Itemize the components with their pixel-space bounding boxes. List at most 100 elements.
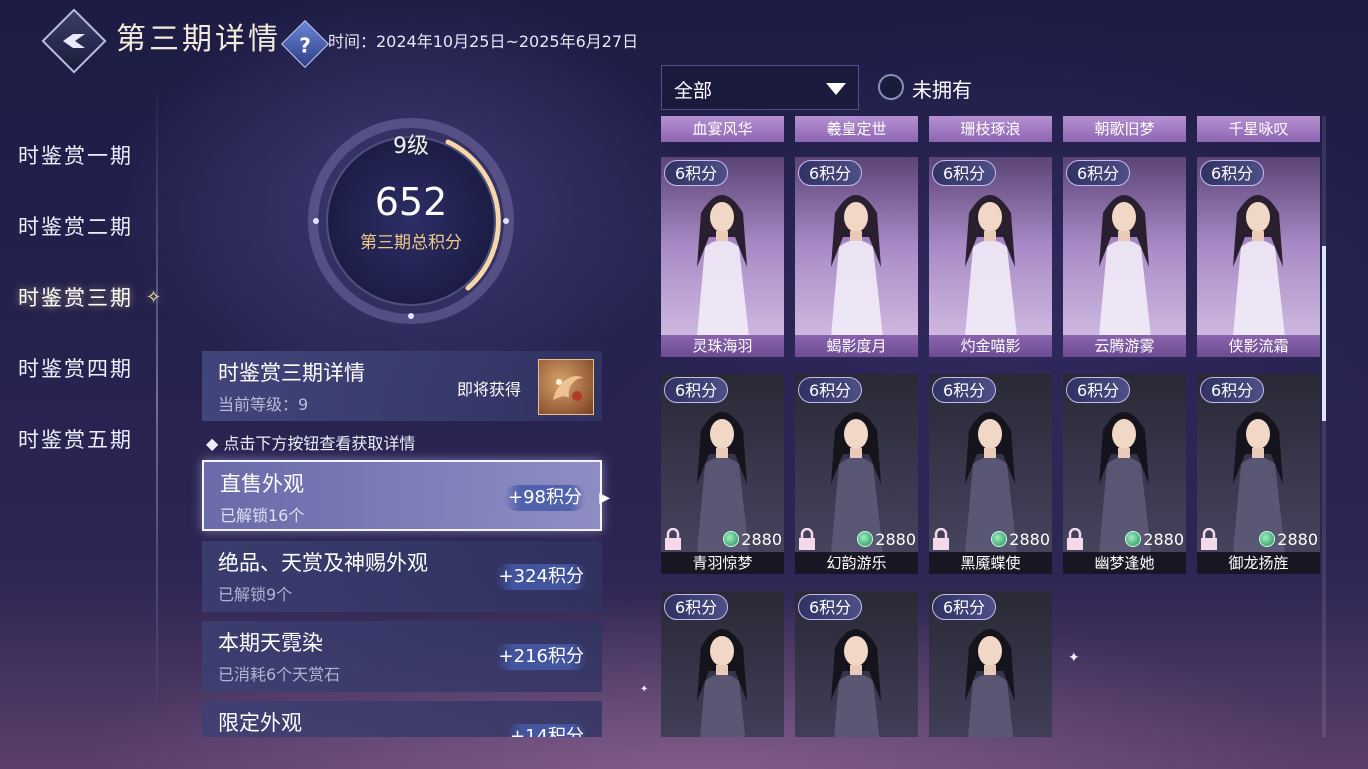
outfit-card[interactable]: 6积分灼金喵影 [929,157,1052,357]
character-figure [697,195,749,337]
unowned-radio[interactable] [878,74,904,100]
character-figure [965,629,1015,737]
outfit-card[interactable]: 6积分蝎影度月 [795,157,918,357]
reward-ornament-icon [553,376,583,401]
category-direct-sale[interactable]: 直售外观 已解锁16个 +98积分 ▶ [202,460,610,531]
help-icon[interactable]: ? [280,19,330,69]
score-label: 第三期总积分 [360,233,462,253]
price-tag: 2880 [1259,530,1318,550]
score-ring: 9级 652 第三期总积分 [308,118,514,324]
outfit-name[interactable]: 羲皇定世 [795,116,918,142]
jade-coin-icon [723,531,740,547]
category-subtitle: 已消耗6个天赏石 [218,665,341,684]
character-figure [831,195,883,337]
points-badge: 6积分 [932,377,997,403]
outfit-name: 灼金喵影 [929,335,1052,357]
category-dye[interactable]: 本期天霓染 已消耗6个天赏石 +216积分 [202,621,602,692]
category-points: +324积分 [494,564,588,590]
category-title: 直售外观 [220,472,304,496]
filter-dropdown[interactable]: 全部 [661,65,859,110]
category-clip: 限定外观 +14积分 [202,701,602,737]
outfit-name[interactable]: 血宴风华 [661,116,784,142]
jade-coin-icon [1125,531,1142,547]
points-badge: 6积分 [1066,377,1131,403]
points-badge: 6积分 [798,594,863,620]
price-tag: 2880 [857,530,916,550]
character-figure [831,629,881,737]
points-badge: 6积分 [1200,377,1265,403]
period-item-1[interactable]: 时鉴赏一期 [18,136,168,176]
outfit-card[interactable]: 6积分 2880 黑魇蝶使 [929,374,1052,574]
price-tag: 2880 [991,530,1050,550]
outfit-name: 蝎影度月 [795,335,918,357]
lock-icon [665,528,681,550]
points-badge: 6积分 [1200,160,1265,186]
period-item-3[interactable]: 时鉴赏三期 ✧ [18,278,168,318]
hint-text: ◆ 点击下方按钮查看获取详情 [206,434,416,453]
category-title: 限定外观 [218,711,302,735]
category-subtitle: 已解锁9个 [218,585,293,604]
sparkle-icon: ✦ [640,684,649,695]
period-details-card[interactable]: 时鉴赏三期详情 当前等级：9 即将获得 [202,351,602,421]
current-level: 当前等级：9 [218,395,309,414]
selected-arrow-icon: ▶ [599,490,610,506]
points-badge: 6积分 [932,594,997,620]
category-premium[interactable]: 绝品、天赏及神赐外观 已解锁9个 +324积分 [202,541,602,612]
jade-coin-icon [1259,531,1276,547]
page-title: 第三期详情 [116,22,281,57]
grid-scrollbar[interactable] [1322,116,1326,737]
outfit-card[interactable]: 6积分 2880 青羽惊梦 [661,374,784,574]
character-figure [1099,195,1151,337]
level-text: 9级 [393,134,429,159]
period-menu: 时鉴赏一期 时鉴赏二期 时鉴赏三期 ✧ 时鉴赏四期 时鉴赏五期 [18,136,168,491]
outfit-name: 侠影流霜 [1197,335,1320,357]
outfit-name[interactable]: 千星咏叹 [1197,116,1320,142]
scroll-thumb[interactable] [1322,246,1326,421]
category-points: +98积分 [504,485,586,511]
category-limited[interactable]: 限定外观 +14积分 [202,701,602,737]
outfit-card[interactable]: 6积分灵珠海羽 [661,157,784,357]
outfit-name[interactable]: 珊枝琢浪 [929,116,1052,142]
back-button[interactable] [41,8,107,74]
dropdown-caret-icon [826,83,846,95]
character-figure [697,629,747,737]
category-title: 本期天霓染 [218,631,323,655]
outfit-card[interactable]: 6积分 [661,591,784,737]
points-badge: 6积分 [664,160,729,186]
period-item-5[interactable]: 时鉴赏五期 [18,420,168,460]
lock-icon [1067,528,1083,550]
back-arrow-icon [63,34,85,48]
outfit-name: 青羽惊梦 [661,552,784,574]
category-points: +216积分 [494,644,588,670]
outfit-card[interactable]: 6积分 [929,591,1052,737]
points-badge: 6积分 [798,160,863,186]
category-subtitle: 已解锁16个 [220,506,305,525]
lock-icon [799,528,815,550]
price-value: 2880 [741,530,782,549]
outfit-card[interactable]: 6积分 云腾游雾 [1063,157,1186,357]
outfit-card[interactable]: 6积分 2880 幻韵游乐 [795,374,918,574]
outfit-grid: 血宴风华 羲皇定世 珊枝琢浪 朝歌旧梦 千星咏叹 6积分 灵珠海羽 6积分 蝎影度月 6… [661,116,1329,737]
outfit-name[interactable]: 朝歌旧梦 [1063,116,1186,142]
outfit-name: 黑魇蝶使 [929,552,1052,574]
event-time: 时间：2024年10月25日~2025年6月27日 [328,32,639,51]
price-tag: 2880 [1125,530,1184,550]
points-badge: 6积分 [664,594,729,620]
points-badge: 6积分 [664,377,729,403]
period-item-4[interactable]: 时鉴赏四期 [18,349,168,389]
price-value: 2880 [1143,530,1184,549]
outfit-card[interactable]: 6积分 2880 御龙扬旌 [1197,374,1320,574]
jade-coin-icon [991,531,1008,547]
total-score: 652 [374,180,448,224]
selected-sparkle-icon: ✧ [146,287,164,308]
points-badge: 6积分 [932,160,997,186]
category-points: +14积分 [506,724,588,737]
upcoming-reward-label: 即将获得 [457,380,522,399]
period-item-2[interactable]: 时鉴赏二期 [18,207,168,247]
outfit-card[interactable]: 6积分 2880 幽梦逢她 [1063,374,1186,574]
outfit-card[interactable]: 6积分侠影流霜 [1197,157,1320,357]
outfit-name: 灵珠海羽 [661,335,784,357]
reward-thumbnail[interactable] [538,359,594,415]
outfit-card[interactable]: 6积分 [795,591,918,737]
outfit-name: 幽梦逢她 [1063,552,1186,574]
